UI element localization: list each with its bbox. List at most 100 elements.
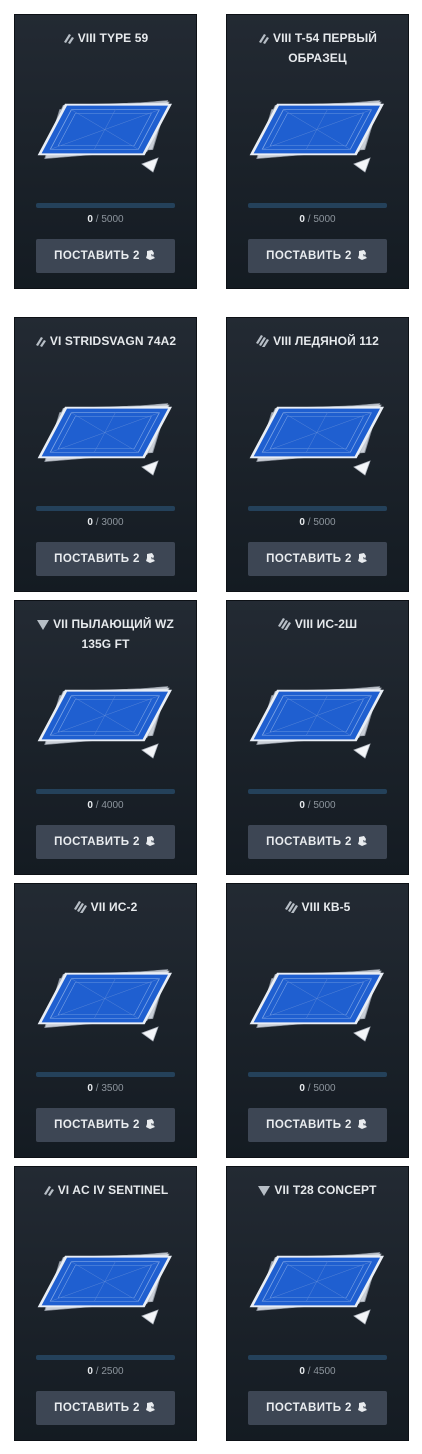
tank-destroyer-icon [258, 1186, 271, 1196]
blueprint-card: VIII КВ-5 0 / 5000 ПОСТАВИТЬ 2 [226, 883, 409, 1158]
blueprint-fragment-icon [357, 835, 369, 849]
blueprint-icon [249, 403, 384, 476]
vehicle-name: ИС-2Ш [316, 617, 358, 631]
tank-destroyer-icon [37, 620, 50, 630]
research-progress-bar [248, 1072, 387, 1077]
place-blueprints-label: ПОСТАВИТЬ 2 [266, 553, 352, 565]
vehicle-tier: VIII [294, 617, 314, 631]
research-progress-text: 0 / 4500 [299, 1366, 336, 1377]
heavy-tank-icon [73, 901, 87, 913]
progress-total: 5000 [313, 214, 336, 225]
vehicle-tier: VII [274, 1183, 290, 1197]
research-progress-bar [248, 789, 387, 794]
vehicle-name: ЛЕДЯНОЙ 112 [294, 334, 379, 348]
blueprint-icon [37, 1252, 172, 1325]
vehicle-title: VIII ЛЕДЯНОЙ 112 [234, 331, 401, 351]
research-progress-bar [36, 1072, 175, 1077]
blueprint-icon [37, 969, 172, 1042]
vehicle-tier: VIII [301, 900, 320, 914]
blueprint-card: VIII T-54 ПЕРВЫЙ ОБРАЗЕЦ 0 / 5000 ПОСТАВ… [226, 14, 409, 289]
medium-tank-icon [43, 1185, 54, 1196]
place-blueprints-button[interactable]: ПОСТАВИТЬ 2 [248, 825, 387, 859]
place-blueprints-button[interactable]: ПОСТАВИТЬ 2 [36, 1391, 175, 1425]
progress-current: 0 [299, 1366, 305, 1377]
place-blueprints-button[interactable]: ПОСТАВИТЬ 2 [248, 239, 387, 273]
blueprint-fragment-icon [357, 1118, 369, 1132]
vehicle-name: ПЫЛАЮЩИЙ WZ 135G FT [71, 617, 174, 651]
vehicle-name: КВ-5 [323, 900, 351, 914]
blueprint-fragment-icon [357, 249, 369, 263]
research-progress-text: 0 / 4000 [87, 800, 124, 811]
blueprint-card: VIII ИС-2Ш 0 / 5000 ПОСТАВИТЬ 2 [226, 600, 409, 875]
progress-current: 0 [87, 1366, 93, 1377]
vehicle-name: T28 CONCEPT [292, 1183, 377, 1197]
blueprint-card: VII T28 CONCEPT 0 / 4500 ПОСТАВИТЬ 2 [226, 1166, 409, 1441]
blueprint-icon [249, 969, 384, 1042]
research-progress-text: 0 / 5000 [299, 214, 336, 225]
place-blueprints-label: ПОСТАВИТЬ 2 [266, 1402, 352, 1414]
research-progress-bar [36, 203, 175, 208]
vehicle-title: VIII T-54 ПЕРВЫЙ ОБРАЗЕЦ [234, 28, 401, 68]
blueprint-icon [249, 100, 384, 173]
vehicle-name: STRIDSVAGN 74A2 [64, 334, 177, 348]
place-blueprints-label: ПОСТАВИТЬ 2 [266, 836, 352, 848]
blueprint-card: VI AC IV SENTINEL 0 / 2500 ПОСТАВИТЬ 2 [14, 1166, 197, 1441]
place-blueprints-button[interactable]: ПОСТАВИТЬ 2 [36, 542, 175, 576]
progress-total: 4000 [101, 800, 124, 811]
research-progress-text: 0 / 3500 [87, 1083, 124, 1094]
place-blueprints-label: ПОСТАВИТЬ 2 [266, 250, 352, 262]
research-progress-text: 0 / 2500 [87, 1366, 124, 1377]
progress-current: 0 [87, 800, 93, 811]
blueprint-icon [37, 403, 172, 476]
research-progress-bar [248, 506, 387, 511]
research-progress-text: 0 / 5000 [299, 800, 336, 811]
progress-total: 3500 [101, 1083, 124, 1094]
blueprint-card: VI STRIDSVAGN 74A2 0 / 3000 ПОСТАВИТЬ 2 [14, 317, 197, 592]
research-progress-bar [36, 506, 175, 511]
heavy-tank-icon [284, 901, 298, 913]
vehicle-name: ИС-2 [109, 900, 138, 914]
research-progress-bar [36, 789, 175, 794]
research-progress-bar [248, 203, 387, 208]
vehicle-tier: VII [53, 617, 69, 631]
vehicle-title: VIII КВ-5 [234, 897, 401, 917]
place-blueprints-button[interactable]: ПОСТАВИТЬ 2 [36, 239, 175, 273]
blueprint-card: VII ИС-2 0 / 3500 ПОСТАВИТЬ 2 [14, 883, 197, 1158]
place-blueprints-button[interactable]: ПОСТАВИТЬ 2 [248, 1108, 387, 1142]
place-blueprints-label: ПОСТАВИТЬ 2 [54, 1402, 140, 1414]
blueprint-fragment-icon [145, 835, 157, 849]
vehicle-tier: VI [49, 334, 62, 348]
blueprint-fragment-icon [145, 1118, 157, 1132]
research-progress-text: 0 / 5000 [87, 214, 124, 225]
place-blueprints-label: ПОСТАВИТЬ 2 [54, 1119, 140, 1131]
progress-current: 0 [299, 800, 305, 811]
heavy-tank-icon [277, 618, 291, 630]
place-blueprints-label: ПОСТАВИТЬ 2 [54, 553, 140, 565]
medium-tank-icon [258, 33, 270, 44]
progress-total: 5000 [101, 214, 124, 225]
blueprint-card: VII ПЫЛАЮЩИЙ WZ 135G FT 0 / 4000 ПОСТАВИ… [14, 600, 197, 875]
place-blueprints-label: ПОСТАВИТЬ 2 [54, 250, 140, 262]
research-progress-text: 0 / 3000 [87, 517, 124, 528]
progress-current: 0 [299, 517, 305, 528]
vehicle-tier: VI [57, 1183, 70, 1197]
place-blueprints-label: ПОСТАВИТЬ 2 [266, 1119, 352, 1131]
place-blueprints-button[interactable]: ПОСТАВИТЬ 2 [248, 1391, 387, 1425]
blueprint-fragment-icon [145, 552, 157, 566]
place-blueprints-button[interactable]: ПОСТАВИТЬ 2 [36, 825, 175, 859]
progress-total: 5000 [313, 1083, 336, 1094]
place-blueprints-button[interactable]: ПОСТАВИТЬ 2 [248, 542, 387, 576]
blueprint-fragment-icon [357, 552, 369, 566]
medium-tank-icon [63, 33, 74, 44]
progress-current: 0 [87, 517, 93, 528]
place-blueprints-button[interactable]: ПОСТАВИТЬ 2 [36, 1108, 175, 1142]
progress-total: 2500 [101, 1366, 124, 1377]
progress-current: 0 [87, 1083, 93, 1094]
vehicle-title: VIII ИС-2Ш [234, 614, 401, 634]
heavy-tank-icon [256, 335, 270, 347]
vehicle-title: VII ИС-2 [22, 897, 189, 917]
research-progress-text: 0 / 5000 [299, 517, 336, 528]
blueprint-icon [37, 686, 172, 759]
vehicle-tier: VII [90, 900, 106, 914]
blueprint-icon [249, 686, 384, 759]
